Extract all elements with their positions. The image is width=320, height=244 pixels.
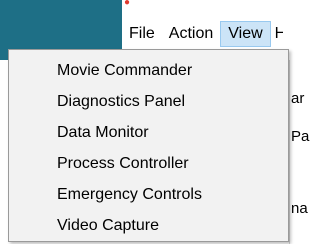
- menu-bar: File Action View H: [122, 20, 301, 48]
- menu-view[interactable]: View: [220, 21, 271, 47]
- menu-help[interactable]: H: [271, 21, 283, 47]
- view-menu-dropdown: Movie Commander Diagnostics Panel Data M…: [8, 49, 289, 242]
- menu-item-process-controller[interactable]: Process Controller: [9, 148, 288, 179]
- background-text-fragment: na: [291, 200, 308, 217]
- app-icon-fragment: ●: [124, 0, 131, 8]
- menu-item-emergency-controls[interactable]: Emergency Controls: [9, 179, 288, 210]
- menu-item-movie-commander[interactable]: Movie Commander: [9, 55, 288, 86]
- menu-item-data-monitor[interactable]: Data Monitor: [9, 117, 288, 148]
- background-text-fragment: Pa: [291, 128, 310, 145]
- menu-action[interactable]: Action: [162, 21, 220, 47]
- menu-item-video-capture[interactable]: Video Capture: [9, 210, 288, 241]
- menu-file[interactable]: File: [122, 21, 162, 47]
- menu-item-diagnostics-panel[interactable]: Diagnostics Panel: [9, 86, 288, 117]
- background-divider: [289, 60, 290, 244]
- background-text-fragment: ar: [291, 90, 305, 107]
